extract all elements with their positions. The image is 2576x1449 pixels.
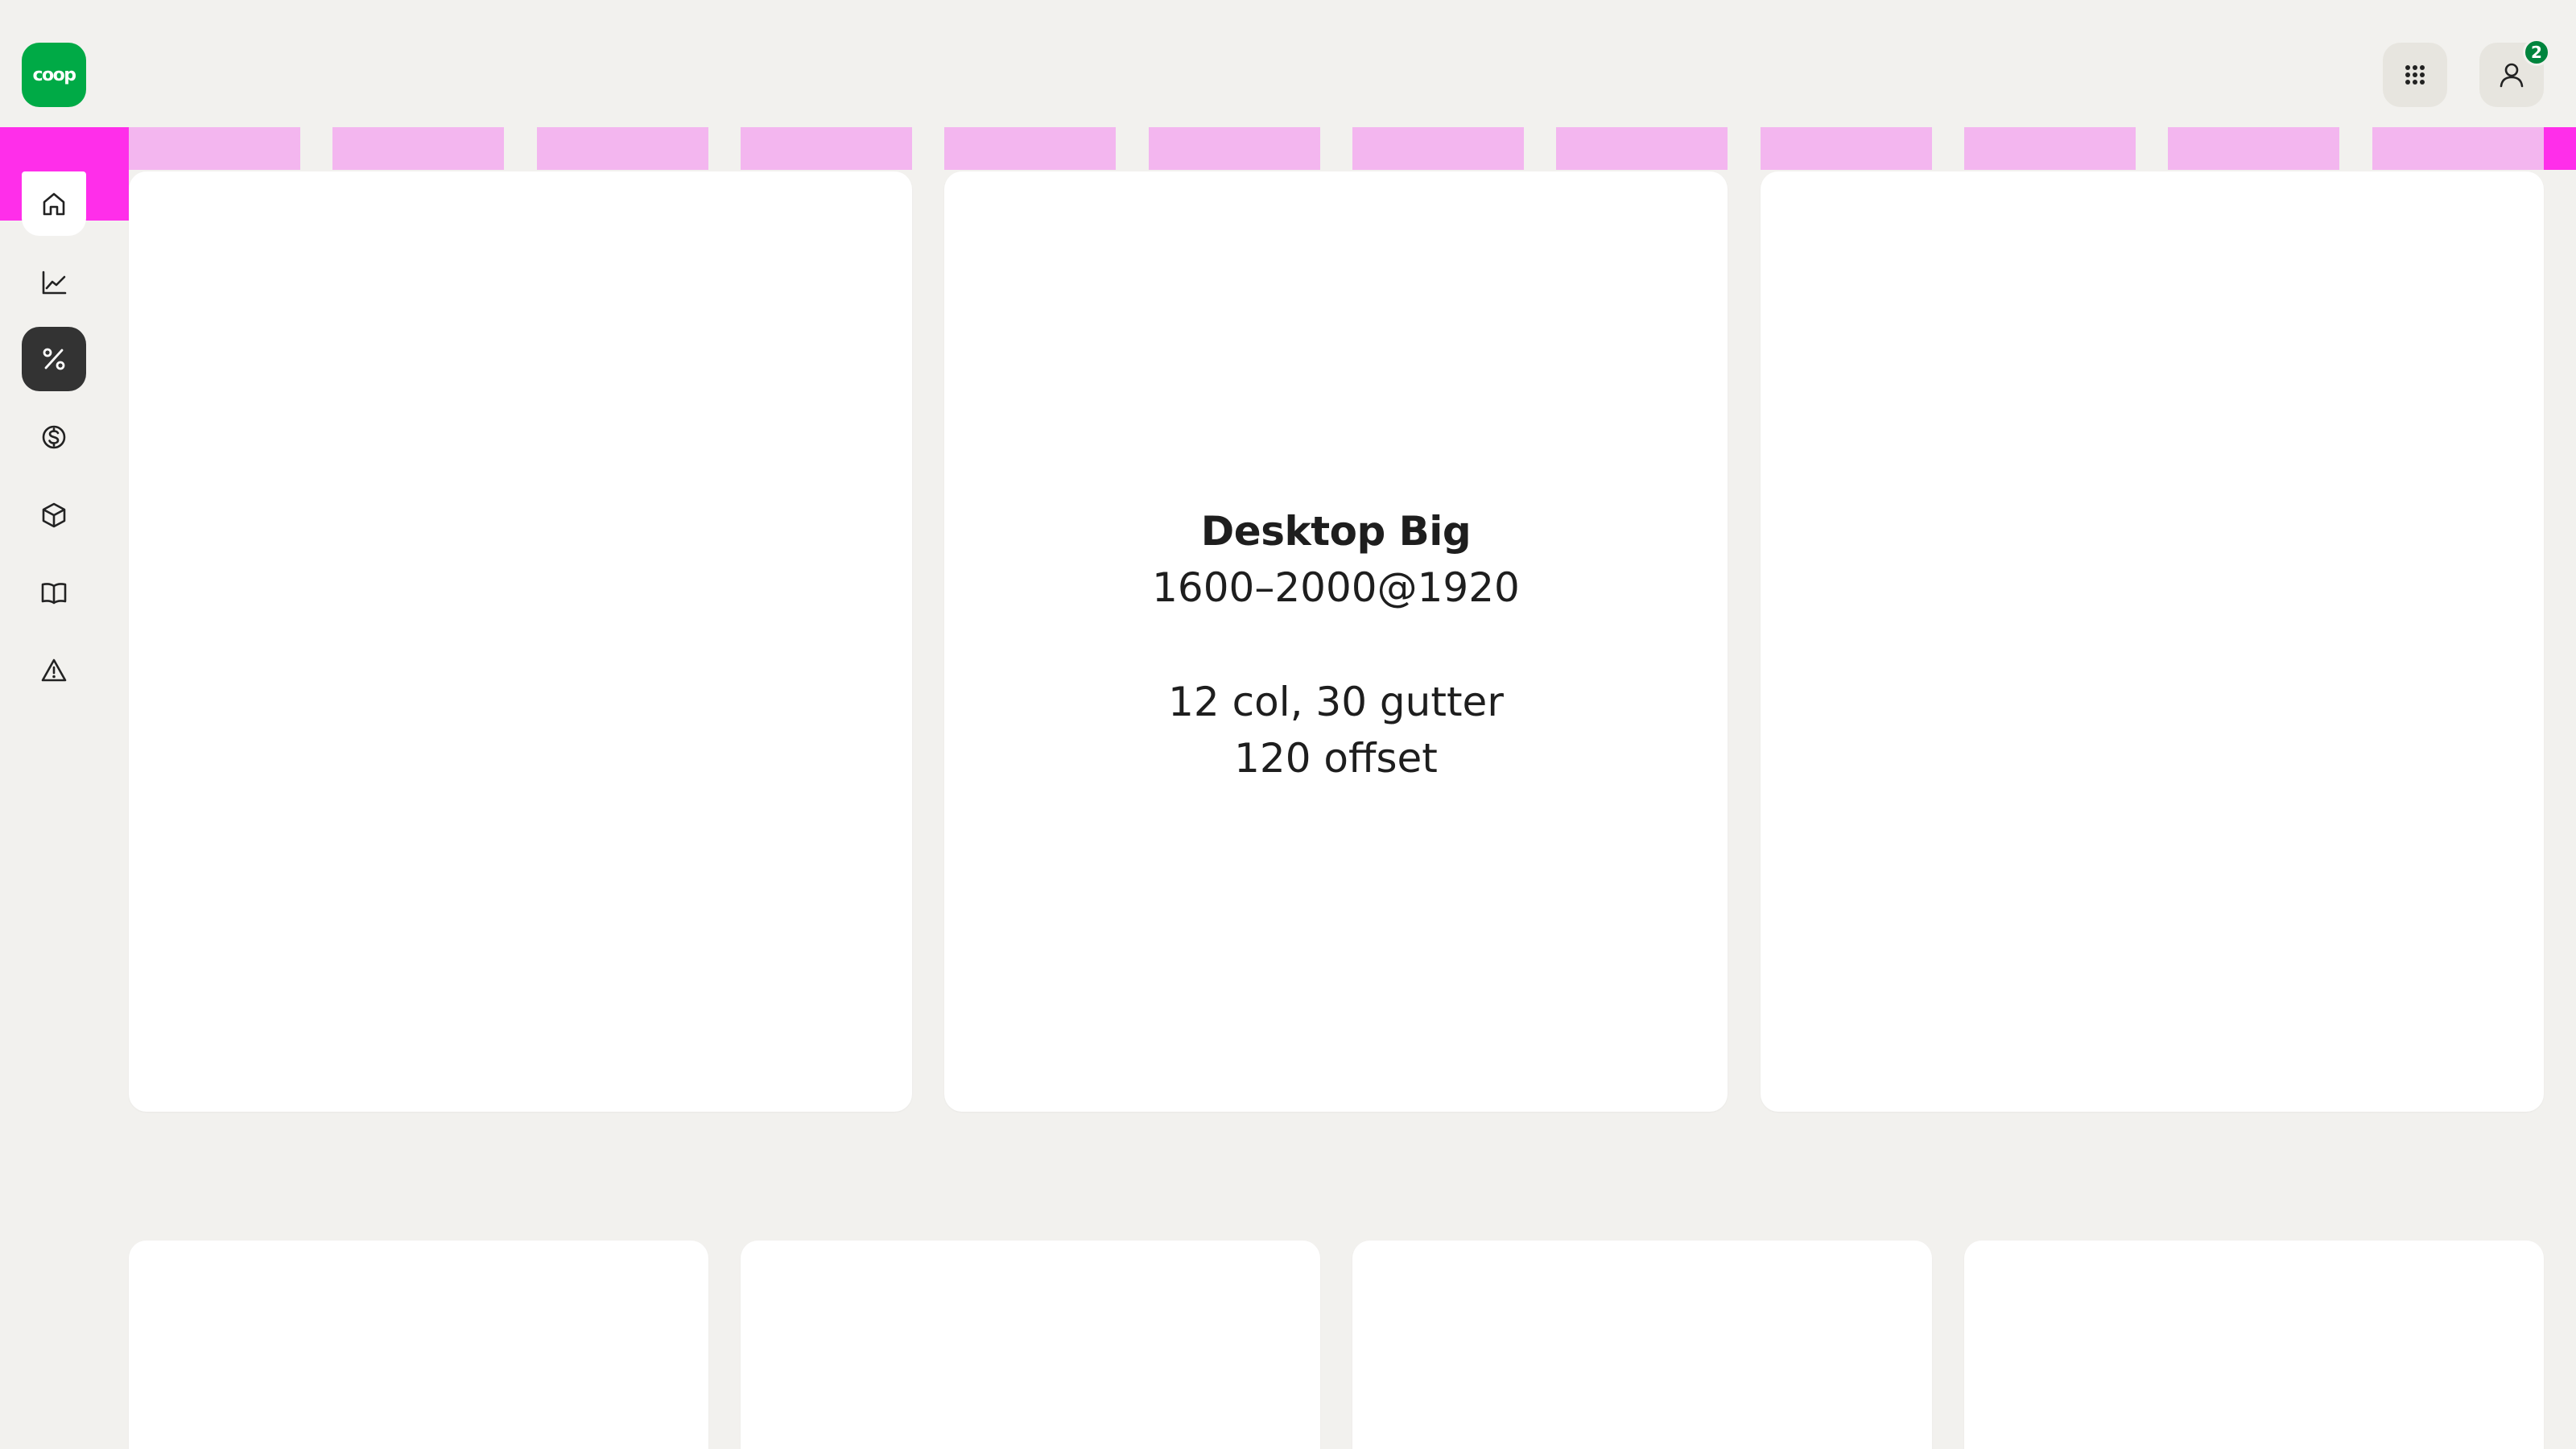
card-title: Desktop Big bbox=[1200, 508, 1472, 555]
grid-column bbox=[2372, 127, 2544, 170]
content-card bbox=[1352, 1241, 1932, 1449]
card-subtitle: 1600–2000@1920 bbox=[1152, 564, 1520, 611]
chart-line-icon bbox=[42, 270, 67, 295]
grid-column bbox=[1964, 127, 2136, 170]
grid-column bbox=[1761, 127, 1932, 170]
content-card bbox=[1964, 1241, 2544, 1449]
book-icon bbox=[41, 583, 67, 605]
grid-column bbox=[1352, 127, 1524, 170]
sidebar-item-home[interactable] bbox=[22, 171, 86, 236]
apps-menu-button[interactable] bbox=[2383, 43, 2447, 107]
grid-column bbox=[1149, 127, 1320, 170]
grid-column bbox=[332, 127, 504, 170]
logo-text: coop bbox=[32, 64, 76, 85]
grid-column bbox=[1556, 127, 1728, 170]
warning-icon bbox=[41, 658, 67, 682]
box-icon bbox=[42, 502, 66, 528]
content-card bbox=[1761, 171, 2544, 1112]
sidebar-item-products[interactable] bbox=[22, 483, 86, 547]
sidebar-item-discounts[interactable] bbox=[22, 327, 86, 391]
sidebar-item-finance[interactable] bbox=[22, 405, 86, 469]
app-window: coop 2 Desktop Big 1600–2000@1920 12 col… bbox=[0, 0, 2576, 1449]
content-card bbox=[741, 1241, 1320, 1449]
grid-column bbox=[944, 127, 1116, 170]
user-icon bbox=[2500, 63, 2524, 88]
content-card bbox=[129, 171, 912, 1112]
grid-dots-icon bbox=[2405, 65, 2425, 85]
home-icon bbox=[43, 192, 65, 216]
grid-column bbox=[2168, 127, 2339, 170]
sidebar-item-library[interactable] bbox=[22, 561, 86, 625]
grid-column bbox=[537, 127, 708, 170]
grid-column bbox=[129, 127, 300, 170]
breakpoint-card: Desktop Big 1600–2000@1920 12 col, 30 gu… bbox=[944, 171, 1728, 1112]
coop-logo[interactable]: coop bbox=[22, 43, 86, 107]
sidebar-item-alerts[interactable] bbox=[22, 638, 86, 703]
content-card bbox=[129, 1241, 708, 1449]
sidebar-item-analytics[interactable] bbox=[22, 250, 86, 315]
card-offset-spec: 120 offset bbox=[1234, 735, 1438, 782]
percent-icon bbox=[43, 348, 65, 370]
grid-column bbox=[741, 127, 912, 170]
dollar-coin-icon bbox=[42, 425, 66, 449]
grid-offset-right bbox=[2544, 127, 2576, 170]
card-grid-spec: 12 col, 30 gutter bbox=[1168, 679, 1504, 725]
notification-badge: 2 bbox=[2523, 39, 2550, 66]
